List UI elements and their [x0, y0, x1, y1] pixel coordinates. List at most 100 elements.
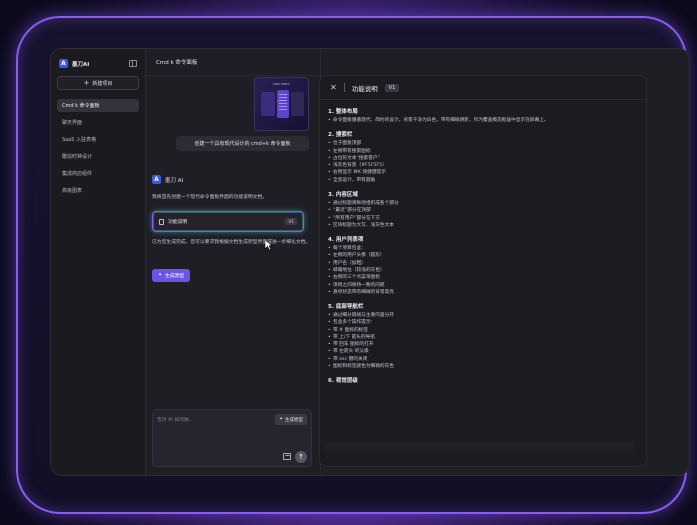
document-section: 1. 整体布局命令面板遵循现代、简约的设计，背景干净为白色，带有细微阴影，作为覆… [328, 107, 638, 125]
brand-name: 墨刀AI [72, 61, 90, 68]
plus-icon: + [83, 78, 90, 87]
list-item: 通过标题清晰地组织成各个部分 [328, 200, 638, 208]
list-item: 全宽设计，带有圆角 [328, 177, 638, 185]
sidebar-item-clock[interactable]: 酷炫时钟设计 [57, 150, 139, 163]
ai-header: A 墨刀 AI [152, 175, 183, 184]
document-section: 6. 视觉层级 [328, 376, 638, 384]
bottom-fade [320, 440, 646, 466]
list-item: 每个项目包含： [328, 245, 638, 253]
section-title: 6. 视觉层级 [328, 378, 358, 385]
list-item: 占位符文本“搜索客户” [328, 155, 638, 163]
ai-message: 我将首先创建一个现代命令面板界面的功能说明文档。 [152, 195, 268, 200]
list-item: 图标和标签颜色为细微的灰色 [328, 363, 638, 371]
section-list: 通过细分隔线与主要内容分开包含多个操作提示：带 # 图标的标签带 上/下 箭头的… [328, 312, 638, 371]
sidebar: A 墨刀AI + 新建项目 Cmd k 命令面板 聊天界面 SaaS 入驻表格 … [51, 49, 146, 475]
sidebar-item-label: Cmd k 命令面板 [62, 103, 100, 109]
list-item: 带 回车 图标的打开 [328, 341, 638, 349]
list-item: 带 左箭头 的父级 [328, 348, 638, 356]
list-item: 左侧的用户头像（圆形） [328, 252, 638, 260]
arrow-up-icon: ↑ [298, 453, 304, 461]
sidebar-item-label: 集成商店组件 [62, 171, 93, 177]
composer-generate-button[interactable]: ✦ 生成原型 [275, 414, 307, 425]
brand: A 墨刀AI [59, 59, 89, 68]
sidebar-item-chat[interactable]: 聊天界面 [57, 116, 139, 129]
sidebar-item-label: 聊天界面 [62, 120, 83, 126]
document-title: 功能说明 [351, 84, 378, 93]
ai-avatar-icon: A [152, 175, 161, 184]
list-item: 悬停状态带有细微的背景高亮 [328, 289, 638, 297]
list-item: 左侧带有搜索图标 [328, 148, 638, 156]
section-title: 4. 用户列表项 [328, 237, 364, 244]
document-panel: ✕ 功能说明 V1 1. 整体布局命令面板遵循现代、简约的设计，背景干净为白色，… [319, 75, 647, 467]
version-badge: V1 [384, 83, 400, 92]
user-message: 创建一个具有现代设计的 cmd+k 命令面板 [176, 136, 309, 151]
list-item: 带 # 图标的标签 [328, 327, 638, 335]
sidebar-item-saas[interactable]: SaaS 入驻表格 [57, 133, 139, 146]
chat-panel: Cmd k 命令面板 CMD MENU 创建一个具有现代设计的 cmd+k 命令… [146, 49, 321, 475]
section-list: 每个项目包含：左侧的用户头像（圆形）用户名（加粗）邮箱地址（较浅的灰色）右侧的三… [328, 245, 638, 296]
section-title: 3. 内容区域 [328, 191, 358, 198]
thumbnail-card [291, 92, 304, 116]
list-item: 带 上/下 箭头的导航 [328, 334, 638, 342]
list-item: 包含多个操作提示： [328, 319, 638, 327]
version-badge: V1 [285, 218, 297, 225]
document-card-label: 功能说明 [168, 220, 188, 225]
sidebar-item-label: 高级图表 [62, 188, 83, 194]
reference-image-thumbnail[interactable]: CMD MENU [254, 77, 309, 131]
divider [343, 83, 345, 92]
brand-row: A 墨刀AI [57, 57, 139, 76]
list-item: 区块标题为大写、浅灰色文本 [328, 222, 638, 230]
new-project-button[interactable]: + 新建项目 [57, 76, 139, 90]
document-section: 2. 搜索栏位于面板顶部左侧带有搜索图标占位符文本“搜索客户”浅灰色背景（#F5… [328, 130, 638, 184]
section-title: 1. 整体布局 [328, 109, 358, 115]
list-item: 通过细分隔线与主要内容分开 [328, 312, 638, 320]
sidebar-item-label: 酷炫时钟设计 [62, 154, 93, 160]
new-project-label: 新建项目 [92, 80, 113, 87]
generate-prototype-button[interactable]: ✦ 生成原型 [152, 269, 191, 282]
thumbnail-title: CMD MENU [273, 83, 290, 86]
prompt-input[interactable] [157, 415, 257, 425]
ai-followup-message: 已为您生成完成，您可以要求我根据文档生成原型界面或进一步细化文档。 [152, 240, 311, 245]
list-item: 用户名（加粗） [328, 260, 638, 268]
sparkle-icon: ✦ [158, 273, 163, 278]
sidebar-item-label: SaaS 入驻表格 [62, 137, 97, 143]
list-item: “所有用户”部分在下方 [328, 215, 638, 223]
section-list: 位于面板顶部左侧带有搜索图标占位符文本“搜索客户”浅灰色背景（#F5F5F5）右… [328, 140, 638, 184]
generate-prototype-label: 生成原型 [165, 274, 185, 279]
composer-generate-label: 生成原型 [285, 417, 303, 423]
thumbnail-list [279, 94, 287, 112]
list-item: 右侧显示 ⌘K 快捷键提示 [328, 169, 638, 177]
document-icon [159, 218, 164, 225]
section-title: 2. 搜索栏 [328, 132, 353, 139]
document-header: ✕ 功能说明 V1 [320, 76, 646, 100]
list-item: 项目之间保持一致的间距 [328, 282, 638, 290]
document-section: 5. 底部导航栏通过细分隔线与主要内容分开包含多个操作提示：带 # 图标的标签带… [328, 302, 638, 371]
section-list: 命令面板遵循现代、简约的设计，背景干净为白色，带有细微阴影，作为覆盖模态框居中显… [328, 117, 638, 125]
thumbnail-card [261, 92, 275, 116]
list-item: “最近”部分在顶部 [328, 207, 638, 215]
sidebar-item-store[interactable]: 集成商店组件 [57, 167, 139, 180]
document-section: 3. 内容区域通过标题清晰地组织成各个部分“最近”部分在顶部“所有用户”部分在下… [328, 190, 638, 229]
close-icon[interactable]: ✕ [330, 83, 337, 92]
send-button[interactable]: ↑ [295, 451, 307, 463]
message-composer: ✦ 生成原型 ↑ [152, 409, 312, 467]
logo-icon: A [59, 59, 68, 68]
list-item: 位于面板顶部 [328, 140, 638, 148]
list-item: 右侧的三个点菜单图标 [328, 274, 638, 282]
document-body: 1. 整体布局命令面板遵循现代、简约的设计，背景干净为白色，带有细微阴影，作为覆… [320, 100, 646, 397]
document-card[interactable]: 功能说明 V1 [152, 211, 304, 232]
list-item: 邮箱地址（较浅的灰色） [328, 267, 638, 275]
list-item: 命令面板遵循现代、简约的设计，背景干净为白色，带有细微阴影，作为覆盖模态框居中显… [328, 117, 638, 125]
chat-title: Cmd k 命令面板 [146, 49, 320, 76]
list-item: 带 esc 键的关闭 [328, 356, 638, 364]
toggle-sidebar-icon[interactable] [129, 60, 137, 67]
section-list: 通过标题清晰地组织成各个部分“最近”部分在顶部“所有用户”部分在下方区块标题为大… [328, 200, 638, 229]
section-title: 5. 底部导航栏 [328, 304, 364, 311]
ai-name: 墨刀 AI [165, 177, 184, 184]
sparkle-icon: ✦ [279, 417, 283, 422]
list-item: 浅灰色背景（#F5F5F5） [328, 162, 638, 170]
sidebar-item-cmdk[interactable]: Cmd k 命令面板 [57, 99, 139, 112]
document-section: 4. 用户列表项每个项目包含：左侧的用户头像（圆形）用户名（加粗）邮箱地址（较浅… [328, 235, 638, 296]
image-upload-icon[interactable] [283, 453, 291, 460]
sidebar-item-charts[interactable]: 高级图表 [57, 184, 139, 197]
